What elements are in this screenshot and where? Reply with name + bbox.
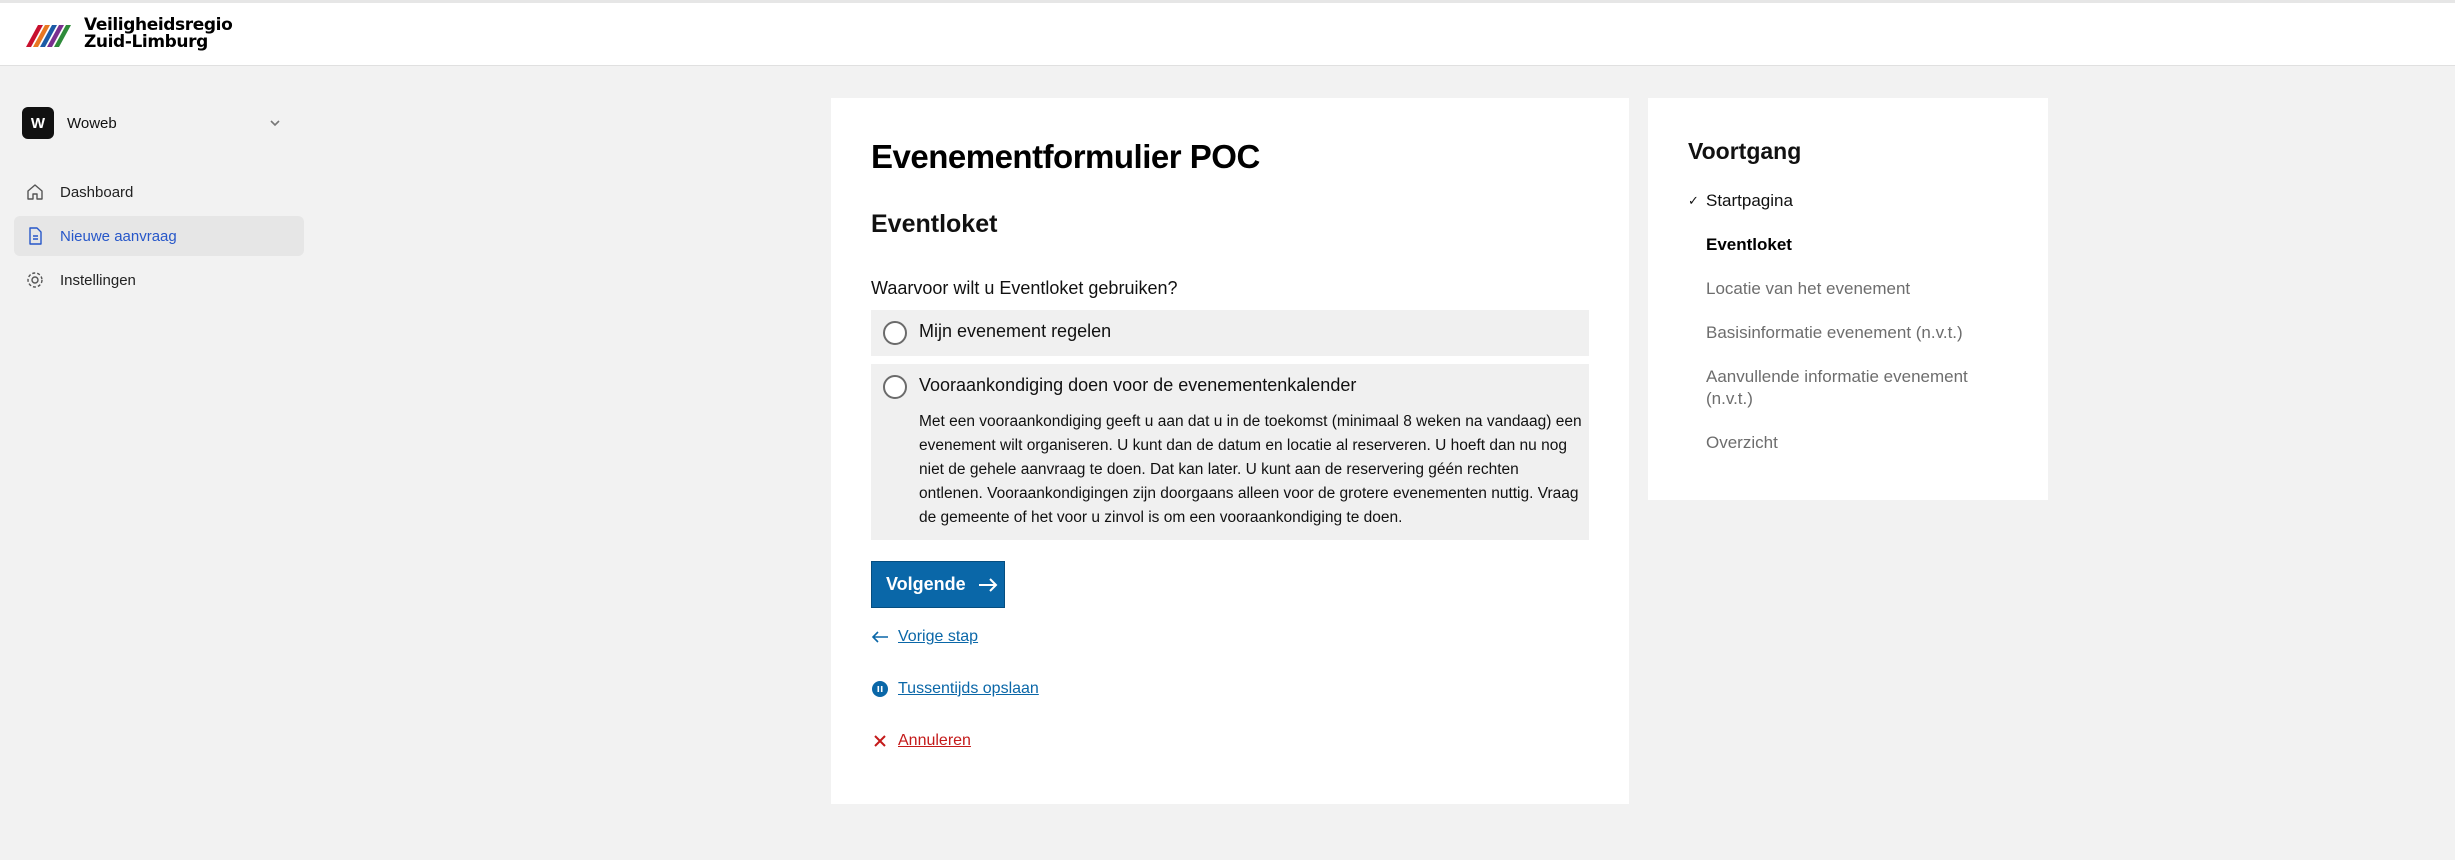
progress-step-basisinformatie: Basisinformatie evenement (n.v.t.) — [1688, 322, 2018, 344]
progress-step-label: Basisinformatie evenement (n.v.t.) — [1706, 323, 1963, 342]
progress-step-overzicht: Overzicht — [1688, 432, 2018, 454]
progress-step-startpagina[interactable]: ✓ Startpagina — [1688, 190, 2018, 212]
sidebar-nav: Dashboard Nieuwe aanvraag Instellingen — [14, 172, 304, 304]
progress-step-aanvullende-informatie: Aanvullende informatie evenement (n.v.t.… — [1688, 366, 2018, 410]
save-draft-link[interactable]: Tussentijds opslaan — [871, 680, 1039, 698]
page-title: Evenementformulier POC — [871, 138, 1260, 175]
previous-step-label[interactable]: Vorige stap — [898, 628, 978, 646]
progress-panel: Voortgang ✓ Startpagina Eventloket Locat… — [1648, 98, 2048, 500]
save-draft-label[interactable]: Tussentijds opslaan — [898, 680, 1039, 698]
check-icon: ✓ — [1688, 193, 1699, 208]
document-icon — [24, 225, 46, 247]
home-icon — [24, 181, 46, 203]
next-button-label: Volgende — [886, 574, 966, 594]
section-title: Eventloket — [871, 210, 998, 238]
arrow-right-icon — [978, 577, 998, 592]
radio-option-mijn-evenement[interactable]: Mijn evenement regelen — [871, 310, 1589, 356]
sidebar-item-dashboard[interactable]: Dashboard — [14, 172, 304, 212]
sidebar-item-label: Nieuwe aanvraag — [60, 227, 177, 245]
organization-switcher[interactable]: W Woweb — [22, 106, 294, 140]
radio-option-description: Met een vooraankondiging geeft u aan dat… — [919, 413, 1582, 526]
question-label: Waarvoor wilt u Eventloket gebruiken? — [871, 278, 1178, 298]
progress-step-label: Startpagina — [1706, 191, 1793, 210]
progress-step-locatie: Locatie van het evenement — [1688, 278, 2018, 300]
progress-title: Voortgang — [1688, 138, 1802, 164]
org-name: Woweb — [67, 114, 117, 132]
progress-step-label: Locatie van het evenement — [1706, 279, 1911, 298]
radio-option-label: Vooraankondiging doen voor de evenemente… — [919, 375, 1357, 395]
top-header: Veiligheidsregio Zuid-Limburg — [0, 0, 2455, 66]
logo-text: Veiligheidsregio Zuid-Limburg — [84, 17, 233, 52]
radio-option-vooraankondiging[interactable]: Vooraankondiging doen voor de evenemente… — [871, 364, 1589, 540]
sidebar-item-label: Dashboard — [60, 183, 134, 201]
progress-step-eventloket: Eventloket — [1688, 234, 2018, 256]
radio-button[interactable] — [883, 321, 907, 345]
previous-step-link[interactable]: Vorige stap — [871, 628, 978, 646]
next-button[interactable]: Volgende — [871, 561, 1005, 608]
cancel-link[interactable]: Annuleren — [871, 732, 971, 750]
sidebar-item-instellingen[interactable]: Instellingen — [14, 260, 304, 300]
logo[interactable]: Veiligheidsregio Zuid-Limburg — [22, 17, 233, 52]
radio-button[interactable] — [883, 375, 907, 399]
sidebar-item-nieuwe-aanvraag[interactable]: Nieuwe aanvraag — [14, 216, 304, 256]
gear-icon — [24, 269, 46, 291]
sidebar-item-label: Instellingen — [60, 271, 136, 289]
pause-icon — [871, 680, 889, 698]
form-card: Evenementformulier POC Eventloket Waarvo… — [831, 98, 1629, 804]
arrow-left-icon — [871, 628, 889, 646]
progress-steps: ✓ Startpagina Eventloket Locatie van het… — [1688, 190, 2018, 476]
logo-mark-icon — [26, 25, 71, 47]
sidebar: W Woweb Dashboard Nieuwe aanvraag Instel… — [0, 66, 320, 860]
progress-step-label: Aanvullende informatie evenement (n.v.t.… — [1706, 367, 1968, 408]
close-icon — [871, 732, 889, 750]
radio-option-label: Mijn evenement regelen — [919, 321, 1112, 341]
logo-line-2: Zuid-Limburg — [84, 32, 208, 52]
progress-step-label: Eventloket — [1706, 235, 1792, 254]
progress-step-label: Overzicht — [1706, 433, 1778, 452]
org-avatar: W — [22, 107, 54, 139]
chevron-down-icon — [270, 120, 280, 127]
cancel-label[interactable]: Annuleren — [898, 732, 971, 750]
